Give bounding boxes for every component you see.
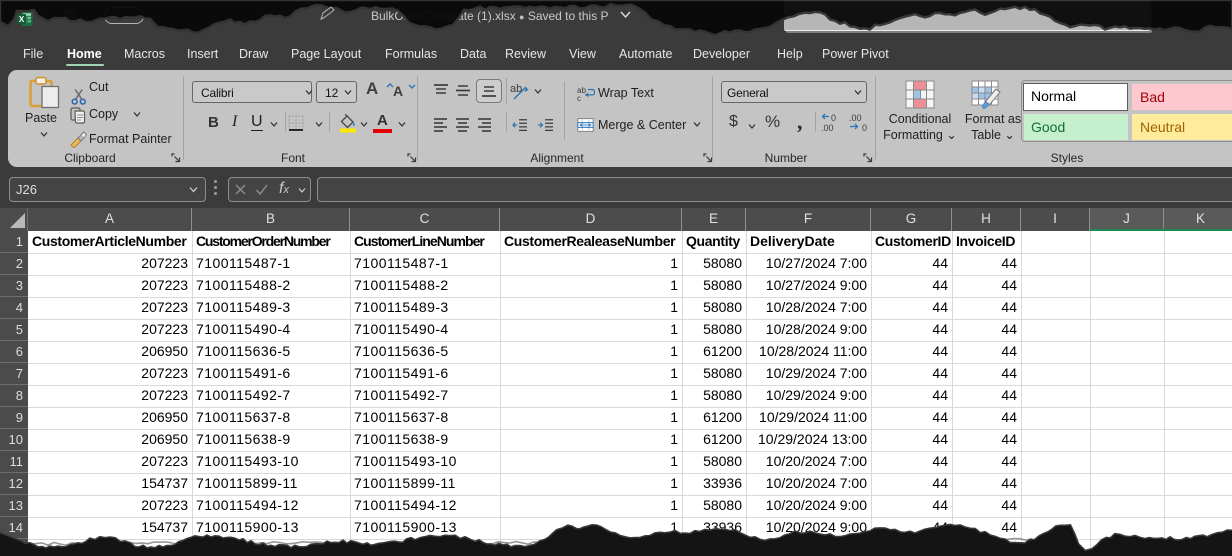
svg-text:X: X xyxy=(19,15,25,24)
svg-text:0: 0 xyxy=(831,113,836,123)
svg-text:.00: .00 xyxy=(849,113,862,123)
svg-text:0: 0 xyxy=(862,123,867,132)
svg-text:.00: .00 xyxy=(821,123,834,132)
svg-text:c: c xyxy=(577,94,581,103)
